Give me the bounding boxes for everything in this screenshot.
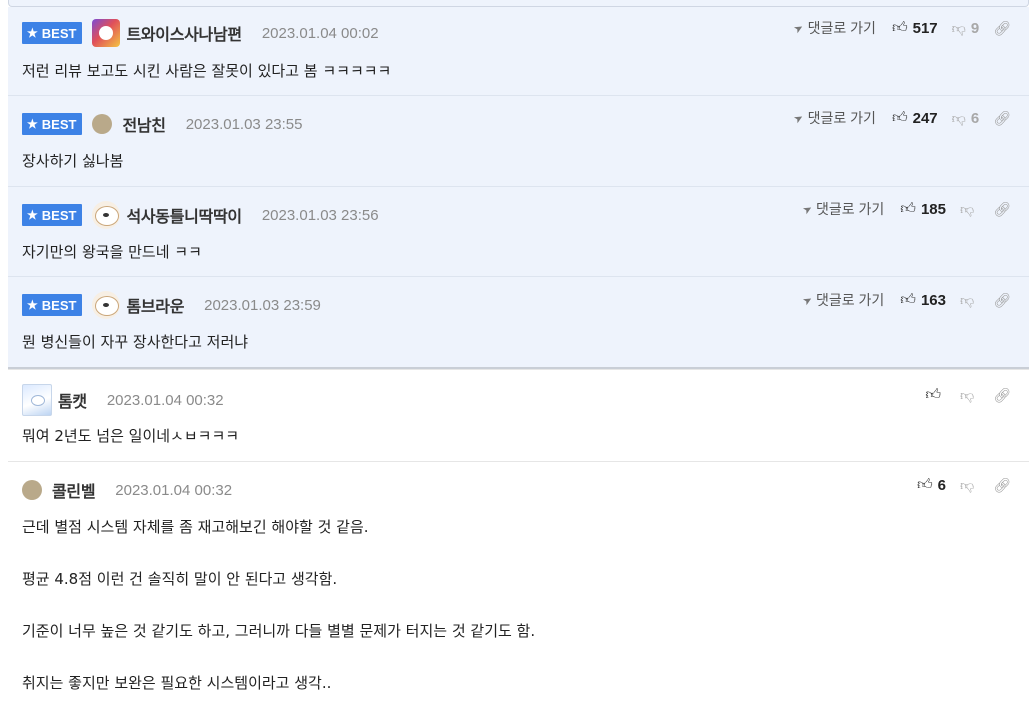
- like-button[interactable]: 👍︎ 185: [900, 200, 946, 218]
- comment-text-line: 근데 별점 시스템 자체를 좀 재고해보긴 해야할 것 같음.: [22, 518, 369, 536]
- thumbs-up-icon: 👍︎: [891, 109, 908, 126]
- comment-header: ★ BEST 석사동틀니딱딱이 2023.01.03 23:56: [22, 200, 379, 230]
- thumbs-up-icon: 👍︎: [900, 200, 916, 217]
- thumbs-up-icon: 👍︎: [925, 386, 941, 403]
- comment-actions: ➤ 댓글로 가기 👍︎ 185 👎︎ 🔗︎: [800, 197, 1011, 221]
- comment-text-line: 기준이 너무 높은 것 같기도 하고, 그러니까 다들 별별 문제가 터지는 것…: [22, 622, 536, 640]
- goto-comment-link[interactable]: ➤ 댓글로 가기: [792, 108, 876, 128]
- star-icon: ★: [27, 208, 38, 222]
- nickname[interactable]: 콜린벨: [52, 478, 96, 502]
- comment-date: 2023.01.04 00:02: [261, 24, 379, 42]
- nickname[interactable]: 톰브라운: [126, 293, 184, 317]
- thumbs-down-icon: 👎︎: [960, 476, 975, 493]
- comment-text: 뭔 병신들이 자꾸 장사한다고 저러냐: [22, 333, 249, 351]
- like-button[interactable]: 👍︎: [925, 386, 946, 404]
- comment-text: 장사하기 싫나봄: [22, 152, 124, 170]
- dislike-button[interactable]: 👎︎: [960, 477, 979, 494]
- like-button[interactable]: 👍︎ 517: [892, 19, 938, 37]
- comment-text: 뭐여 2년도 넘은 일이네ㅅㅂㅋㅋㅋ: [22, 427, 240, 445]
- goto-comment-link[interactable]: ➤ 댓글로 가기: [800, 290, 885, 310]
- best-comment: ★ BEST 석사동틀니딱딱이 2023.01.03 23:56 ➤ 댓글로 가기 …: [8, 187, 1029, 277]
- like-button[interactable]: 👍︎ 163: [900, 291, 946, 309]
- send-arrow-icon: ➤: [800, 292, 815, 308]
- dislike-button[interactable]: 👎︎: [960, 387, 979, 404]
- comment-header: ★ BEST 트와이스사나남편 2023.01.04 00:02: [22, 18, 379, 48]
- link-icon[interactable]: 🔗︎: [993, 110, 1011, 127]
- comment-text: 자기만의 왕국을 만드네 ㅋㅋ: [22, 243, 202, 261]
- avatar[interactable]: [92, 291, 121, 319]
- thumbs-down-icon: 👎︎: [960, 386, 975, 403]
- nickname[interactable]: 석사동틀니딱딱이: [126, 203, 242, 227]
- comment-text: 저런 리뷰 보고도 시킨 사람은 잘못이 있다고 봄 ㅋㅋㅋㅋㅋ: [22, 62, 392, 80]
- nickname[interactable]: 트와이스사나남편: [126, 21, 242, 45]
- star-icon: ★: [27, 26, 38, 40]
- comment-actions: ➤ 댓글로 가기 👍︎ 163 👎︎ 🔗︎: [800, 288, 1011, 312]
- comment-text-line: 취지는 좋지만 보완은 필요한 시스템이라고 생각..: [22, 674, 332, 692]
- comment-date: 2023.01.04 00:32: [115, 481, 233, 499]
- send-arrow-icon: ➤: [792, 110, 807, 126]
- comment-header: ★ BEST 톰브라운 2023.01.03 23:59: [22, 290, 321, 320]
- thumbs-down-icon: 👎︎: [960, 200, 975, 217]
- comment-date: 2023.01.03 23:56: [261, 206, 379, 224]
- comment-text-line: 평균 4.8점 이런 건 솔직히 말이 안 된다고 생각함.: [22, 570, 338, 588]
- dislike-button[interactable]: 👎︎: [960, 292, 979, 309]
- best-section-divider: [8, 367, 1029, 370]
- star-icon: ★: [27, 117, 38, 131]
- avatar[interactable]: [22, 480, 42, 500]
- comment-date: 2023.01.03 23:59: [204, 296, 321, 314]
- dislike-button[interactable]: 👎︎ 6: [952, 110, 980, 127]
- comment: 톰캣 2023.01.04 00:32 👍︎ 👎︎ 🔗︎ 뭐여 2년도 넘은 일…: [8, 371, 1029, 462]
- link-icon[interactable]: 🔗︎: [993, 387, 1011, 404]
- comment-actions: 👍︎ 👎︎ 🔗︎: [925, 383, 1011, 407]
- goto-comment-link[interactable]: ➤ 댓글로 가기: [792, 18, 876, 38]
- avatar[interactable]: [92, 114, 113, 134]
- dislike-button[interactable]: 👎︎ 9: [952, 20, 980, 37]
- nickname[interactable]: 전남친: [122, 112, 166, 136]
- comment-actions: ➤ 댓글로 가기 👍︎ 517 👎︎ 9 🔗︎: [792, 16, 1011, 40]
- thumbs-down-icon: 👎︎: [951, 109, 966, 126]
- comment-header: 콜린벨 2023.01.04 00:32: [22, 475, 232, 505]
- avatar[interactable]: [92, 201, 121, 229]
- best-comment: ★ BEST 전남친 2023.01.03 23:55 ➤ 댓글로 가기 👍︎ 247…: [8, 96, 1029, 187]
- nickname[interactable]: 톰캣: [58, 388, 87, 412]
- thumbs-up-icon: 👍︎: [916, 476, 933, 493]
- link-icon[interactable]: 🔗︎: [993, 292, 1011, 309]
- send-arrow-icon: ➤: [800, 201, 815, 217]
- thumbs-up-icon: 👍︎: [900, 291, 916, 308]
- avatar[interactable]: [92, 19, 121, 47]
- send-arrow-icon: ➤: [792, 20, 807, 36]
- comment-actions: ➤ 댓글로 가기 👍︎ 247 👎︎ 6 🔗︎: [792, 106, 1011, 130]
- star-icon: ★: [27, 298, 38, 312]
- comment-header: 톰캣 2023.01.04 00:32: [22, 384, 224, 416]
- thumbs-down-icon: 👎︎: [960, 291, 975, 308]
- best-badge: ★ BEST: [22, 204, 83, 226]
- best-badge: ★ BEST: [22, 113, 83, 135]
- best-badge: ★ BEST: [22, 22, 83, 44]
- thumbs-down-icon: 👎︎: [951, 19, 966, 36]
- comment: 콜린벨 2023.01.04 00:32 👍︎ 6 👎︎ 🔗︎ 근데 별점 시스템…: [8, 462, 1029, 705]
- link-icon[interactable]: 🔗︎: [993, 477, 1011, 494]
- like-button[interactable]: 👍︎ 6: [917, 476, 946, 494]
- link-icon[interactable]: 🔗︎: [993, 201, 1011, 218]
- comment-actions: 👍︎ 6 👎︎ 🔗︎: [917, 473, 1011, 497]
- like-button[interactable]: 👍︎ 247: [892, 109, 938, 127]
- comment-date: 2023.01.04 00:32: [106, 391, 224, 409]
- thumbs-up-icon: 👍︎: [891, 19, 908, 36]
- goto-comment-link[interactable]: ➤ 댓글로 가기: [800, 199, 885, 219]
- comment-list: ★ BEST 트와이스사나남편 2023.01.04 00:02 ➤ 댓글로 가기 …: [8, 0, 1029, 705]
- best-comment: ★ BEST 톰브라운 2023.01.03 23:59 ➤ 댓글로 가기 👍︎ 16…: [8, 277, 1029, 367]
- best-badge: ★ BEST: [22, 294, 83, 316]
- comment-header: ★ BEST 전남친 2023.01.03 23:55: [22, 109, 302, 139]
- list-top-border: [8, 0, 1029, 7]
- dislike-button[interactable]: 👎︎: [960, 201, 979, 218]
- link-icon[interactable]: 🔗︎: [993, 20, 1011, 37]
- avatar[interactable]: [22, 384, 52, 416]
- best-comment: ★ BEST 트와이스사나남편 2023.01.04 00:02 ➤ 댓글로 가기 …: [8, 7, 1029, 96]
- comment-date: 2023.01.03 23:55: [185, 115, 303, 133]
